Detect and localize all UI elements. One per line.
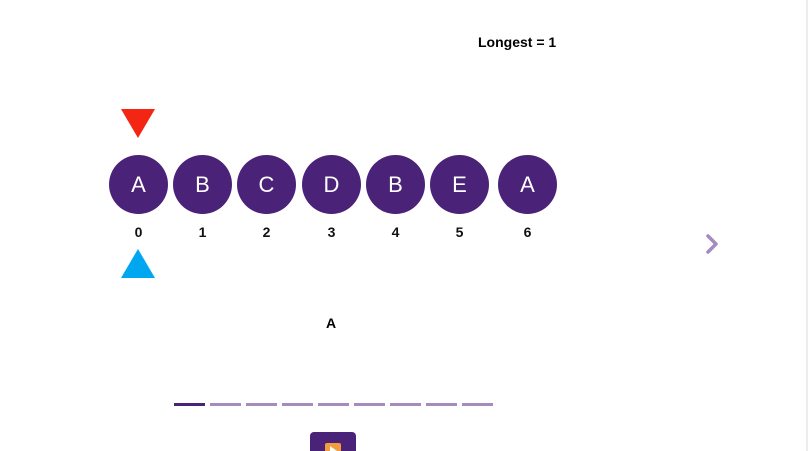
progress-step-6[interactable] xyxy=(354,403,385,406)
index-label-4: 4 xyxy=(391,224,400,240)
longest-label: Longest = 1 xyxy=(478,34,557,50)
progress-step-5[interactable] xyxy=(318,403,349,406)
array-cell-1[interactable]: B xyxy=(173,155,232,214)
next-button[interactable] xyxy=(700,230,724,258)
current-substring: A xyxy=(325,315,337,331)
progress-step-7[interactable] xyxy=(390,403,421,406)
progress-step-4[interactable] xyxy=(282,403,313,406)
array-cell-5[interactable]: E xyxy=(430,155,489,214)
play-icon xyxy=(325,443,341,451)
progress-step-2[interactable] xyxy=(210,403,241,406)
visualization-stage: Longest = 1 A B C D B E A 0 1 2 3 4 5 6 … xyxy=(0,0,808,451)
progress-step-1[interactable] xyxy=(174,403,205,406)
start-pointer-icon xyxy=(121,109,155,138)
index-label-2: 2 xyxy=(262,224,271,240)
index-label-6: 6 xyxy=(523,224,532,240)
array-cell-4[interactable]: B xyxy=(366,155,425,214)
array-cell-3[interactable]: D xyxy=(302,155,361,214)
chevron-right-icon xyxy=(706,234,718,254)
index-label-1: 1 xyxy=(198,224,207,240)
index-label-5: 5 xyxy=(455,224,464,240)
array-cell-6[interactable]: A xyxy=(498,155,557,214)
progress-step-8[interactable] xyxy=(426,403,457,406)
end-pointer-icon xyxy=(121,249,155,278)
index-label-3: 3 xyxy=(327,224,336,240)
index-label-0: 0 xyxy=(134,224,143,240)
array-cell-0[interactable]: A xyxy=(109,155,168,214)
progress-step-3[interactable] xyxy=(246,403,277,406)
play-button[interactable] xyxy=(310,432,356,451)
array-cell-2[interactable]: C xyxy=(237,155,296,214)
step-progress xyxy=(174,403,493,406)
progress-step-9[interactable] xyxy=(462,403,493,406)
